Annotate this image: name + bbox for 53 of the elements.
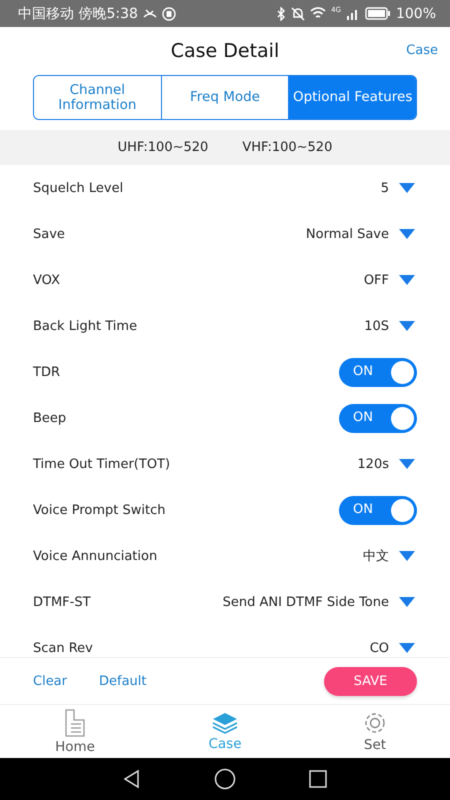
- battery-icon: [364, 7, 391, 20]
- default-link[interactable]: Default: [99, 674, 146, 688]
- case-link[interactable]: Case: [406, 43, 438, 58]
- setting-value[interactable]: 5: [380, 180, 389, 196]
- setting-label: Squelch Level: [33, 180, 124, 196]
- save-button[interactable]: SAVE: [324, 666, 417, 696]
- bell-off-icon: [291, 6, 306, 20]
- setting-label: Back Light Time: [33, 318, 138, 334]
- setting-label: Save: [33, 226, 66, 242]
- dropdown-caret-icon[interactable]: [399, 321, 415, 331]
- setting-value[interactable]: Send ANI DTMF Side Tone: [222, 594, 389, 610]
- setting-value[interactable]: 120s: [357, 456, 389, 472]
- bluetooth-icon: [276, 6, 286, 20]
- signal-icon: [346, 8, 360, 20]
- layers-icon: [211, 711, 239, 735]
- page-title: Case Detail: [170, 40, 280, 62]
- battery-level: 100%: [396, 6, 436, 22]
- setting-label: Scan Rev: [33, 640, 94, 656]
- frequency-range: VHF:100~520: [242, 140, 332, 155]
- setting-label: Voice Prompt Switch: [33, 502, 166, 518]
- setting-label: TDR: [33, 364, 61, 380]
- clear-link[interactable]: Clear: [33, 674, 67, 688]
- dropdown-caret-icon[interactable]: [399, 643, 415, 653]
- home-circle-icon[interactable]: [214, 768, 236, 790]
- tab[interactable]: Optional Features: [289, 76, 416, 119]
- toggle-switch[interactable]: ON: [339, 404, 417, 432]
- nav-tab[interactable]: Home: [0, 705, 150, 758]
- dropdown-caret-icon[interactable]: [399, 183, 415, 193]
- setting-label: Voice Annunciation: [33, 548, 158, 564]
- setting-label: Time Out Timer(TOT): [33, 456, 172, 472]
- dropdown-caret-icon[interactable]: [399, 459, 415, 469]
- dropdown-caret-icon[interactable]: [399, 551, 415, 561]
- setting-value[interactable]: Normal Save: [306, 226, 389, 242]
- toggle-switch[interactable]: ON: [339, 358, 417, 386]
- nav-tab[interactable]: Set: [300, 705, 450, 758]
- setting-value[interactable]: CO: [370, 640, 389, 656]
- carrier-time: 中国移动 傍晚5:38: [18, 4, 138, 22]
- setting-value[interactable]: 10S: [364, 318, 389, 334]
- setting-value[interactable]: 中文: [363, 547, 389, 565]
- wifi-icon: [310, 7, 326, 20]
- recents-icon[interactable]: [308, 769, 328, 789]
- tab[interactable]: Channel Information: [34, 76, 162, 119]
- setting-label: DTMF-ST: [33, 594, 92, 610]
- dropdown-caret-icon[interactable]: [399, 597, 415, 607]
- dropdown-caret-icon[interactable]: [399, 275, 415, 285]
- toggle-switch[interactable]: ON: [339, 496, 417, 524]
- nav-tab[interactable]: Case: [150, 705, 300, 758]
- setting-label: Beep: [33, 410, 68, 426]
- dropdown-caret-icon[interactable]: [399, 229, 415, 239]
- frequency-range: UHF:100~520: [118, 140, 208, 155]
- setting-label: VOX: [33, 272, 61, 288]
- back-icon[interactable]: [122, 769, 142, 789]
- setting-value[interactable]: OFF: [364, 272, 389, 288]
